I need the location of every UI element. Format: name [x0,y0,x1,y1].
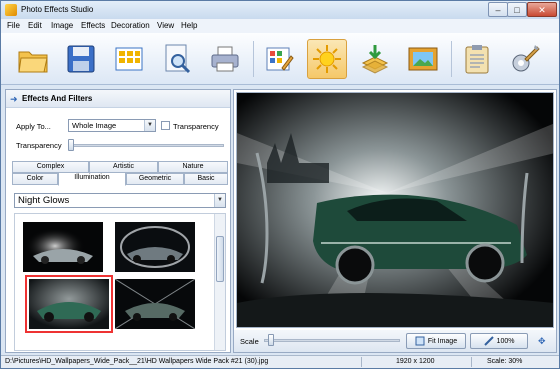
layers-button[interactable] [355,39,395,79]
effect-thumbnail-gallery [14,213,226,351]
window-title: Photo Effects Studio [21,5,94,14]
edit-button[interactable] [259,39,299,79]
menu-effects[interactable]: Effects [81,21,105,30]
zoom-100-label: 100% [496,337,515,345]
effect-thumbnail-selected[interactable] [25,275,113,333]
transparency-slider[interactable] [68,144,224,147]
preview-controls: Scale Fit Image 100% ✥ [234,330,556,352]
tab-basic[interactable]: Basic [184,173,228,185]
effect-category-tabs: Complex Artistic Nature Color Illuminati… [12,161,228,186]
gallery-scrollbar-thumb[interactable] [216,236,224,282]
toolbar-separator [253,41,254,77]
fit-image-label: Fit Image [427,337,458,345]
maximize-button[interactable]: □ [507,2,527,17]
preview-panel: Scale Fit Image 100% ✥ [233,89,557,353]
clipboard-button[interactable] [457,39,497,79]
effects-panel: ➜ Effects And Filters Apply To... Whole … [5,89,231,353]
scale-slider-thumb[interactable] [268,334,274,346]
scale-label: Scale [240,337,259,346]
zoom-100-button[interactable]: 100% [470,333,528,349]
tab-nature[interactable]: Nature [158,161,228,173]
fit-image-button[interactable]: Fit Image [406,333,466,349]
printer-icon [211,46,239,72]
menu-file[interactable]: File [7,21,20,30]
open-folder-icon [18,51,48,73]
preview-button[interactable] [157,39,197,79]
status-dimensions: 1920 x 1200 [396,358,435,365]
menu-bar: File Edit Image Effects Decoration View … [1,19,559,33]
tab-color[interactable]: Color [12,173,58,185]
effect-thumbnail[interactable] [115,279,195,329]
save-button[interactable] [61,39,101,79]
collapse-arrow-icon[interactable]: ➜ [10,94,18,105]
gallery-scrollbar[interactable] [214,214,225,350]
status-file-path: D:\Pictures\HD_Wallpapers_Wide_Pack__21\… [5,358,269,365]
effect-preset-select[interactable]: Night Glows ▼ [14,193,226,208]
picture-frame-icon [408,47,438,71]
effect-preset-value: Night Glows [18,195,70,206]
effect-thumbnail[interactable] [115,222,195,272]
chevron-down-icon: ▼ [214,194,225,207]
settings-tools-icon [512,45,540,72]
effect-thumbnail[interactable] [23,222,103,272]
print-button[interactable] [205,39,245,79]
preview-search-icon [165,44,191,74]
effects-button[interactable] [307,39,347,79]
transparency-checkbox[interactable] [161,121,170,130]
clipboard-icon [465,45,489,74]
options-button[interactable] [505,39,545,79]
minimize-button[interactable]: – [488,2,508,17]
toolbar-separator [451,41,452,77]
batch-button[interactable] [109,39,149,79]
close-button[interactable]: ✕ [527,2,557,17]
app-window: Photo Effects Studio – □ ✕ File Edit Ima… [0,0,560,369]
menu-decoration[interactable]: Decoration [111,21,150,30]
menu-edit[interactable]: Edit [28,21,42,30]
status-bar: D:\Pictures\HD_Wallpapers_Wide_Pack__21\… [1,355,559,368]
chevron-down-icon: ▼ [144,120,155,131]
frame-button[interactable] [403,39,443,79]
status-scale: Scale: 30% [487,358,523,365]
grid-icon [115,47,143,71]
title-bar: Photo Effects Studio – □ ✕ [1,1,559,19]
transparency-label: Transparency [16,141,62,150]
menu-help[interactable]: Help [181,21,197,30]
transparency-slider-thumb[interactable] [68,139,74,151]
layers-download-icon [361,45,389,74]
open-button[interactable] [13,39,53,79]
app-logo-icon [5,4,17,16]
sun-effects-icon [313,45,341,73]
save-disk-icon [67,45,95,73]
transparency-checkbox-label: Transparency [173,122,219,131]
tab-geometric[interactable]: Geometric [126,173,184,185]
scale-slider[interactable] [264,339,400,342]
apply-to-value: Whole Image [72,121,117,130]
tab-illumination[interactable]: Illumination [58,172,126,186]
navigate-arrow-icon[interactable]: ✥ [538,336,546,347]
status-divider [471,357,472,367]
toolbar [1,33,559,85]
status-divider [361,357,362,367]
menu-view[interactable]: View [157,21,174,30]
car-photo-preview [237,93,553,327]
effects-panel-header: ➜ Effects And Filters [6,90,230,108]
edit-grid-icon [266,47,294,71]
fit-image-icon [415,336,425,346]
menu-image[interactable]: Image [51,21,73,30]
zoom-icon [483,336,494,346]
image-preview[interactable] [236,92,554,328]
effects-panel-title: Effects And Filters [22,94,93,103]
apply-to-select[interactable]: Whole Image ▼ [68,119,156,132]
apply-to-label: Apply To... [16,122,51,131]
